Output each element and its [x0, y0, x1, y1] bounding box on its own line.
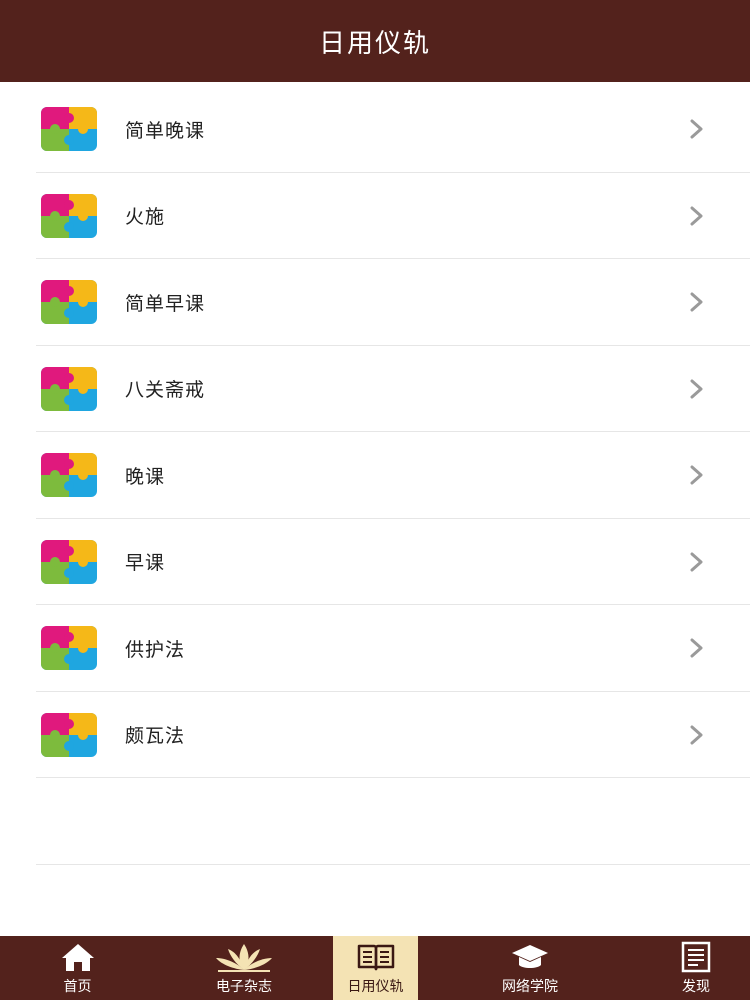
puzzle-icon — [41, 626, 97, 671]
list-item[interactable]: 颇瓦法 — [0, 692, 750, 779]
list-item-label: 八关斋戒 — [125, 379, 206, 402]
puzzle-icon — [41, 107, 97, 152]
graduation-cap-icon — [510, 939, 550, 975]
empty-list-row — [0, 778, 750, 865]
chevron-right-icon — [689, 379, 705, 399]
tab-home[interactable]: 首页 — [0, 936, 155, 1000]
list-item[interactable]: 八关斋戒 — [0, 346, 750, 433]
puzzle-icon — [41, 280, 97, 325]
puzzle-icon — [41, 712, 97, 757]
chevron-right-icon — [689, 465, 705, 485]
document-icon — [676, 939, 716, 975]
list-item-label: 早课 — [125, 552, 166, 575]
list-item-label: 火施 — [125, 206, 166, 229]
tab-label: 发现 — [682, 979, 710, 995]
chevron-right-icon — [689, 292, 705, 312]
open-book-icon — [356, 939, 396, 975]
list-item-label: 简单早课 — [125, 292, 206, 315]
ritual-list: 简单晚课 火施 简单早课 八关斋戒 晚课 早课 供护法 颇瓦法 — [0, 86, 750, 865]
chevron-right-icon — [689, 119, 705, 139]
tab-label: 首页 — [63, 979, 92, 995]
list-item-label: 简单晚课 — [125, 119, 206, 142]
tab-magazine[interactable]: 电子杂志 — [155, 936, 333, 1000]
tab-label: 日用仪轨 — [347, 979, 404, 995]
chevron-right-icon — [689, 725, 705, 745]
bottom-tab-bar: 首页 电子杂志 日用仪轨 网络学院 发现 — [0, 936, 750, 1000]
tab-label: 网络学院 — [502, 979, 558, 995]
list-item[interactable]: 火施 — [0, 173, 750, 260]
list-item[interactable]: 简单早课 — [0, 259, 750, 346]
puzzle-icon — [41, 453, 97, 498]
list-item[interactable]: 简单晚课 — [0, 86, 750, 173]
chevron-right-icon — [689, 638, 705, 658]
puzzle-icon — [41, 366, 97, 411]
lotus-icon — [211, 939, 277, 975]
header-bar: 日用仪轨 — [0, 0, 750, 82]
puzzle-icon — [41, 193, 97, 238]
tab-daily-rituals[interactable]: 日用仪轨 — [333, 936, 418, 1000]
list-item-label: 晚课 — [125, 465, 166, 488]
app-screen: 日用仪轨 简单晚课 火施 简单早课 八关斋戒 晚课 早课 供护法 颇瓦法 首页 … — [0, 0, 750, 1000]
list-item[interactable]: 供护法 — [0, 605, 750, 692]
list-item-label: 供护法 — [125, 638, 186, 661]
page-title: 日用仪轨 — [318, 28, 431, 59]
tab-label: 电子杂志 — [216, 979, 272, 995]
list-item-label: 颇瓦法 — [125, 725, 186, 748]
chevron-right-icon — [689, 552, 705, 572]
tab-discover[interactable]: 发现 — [642, 936, 750, 1000]
home-icon — [58, 939, 98, 975]
tab-online-academy[interactable]: 网络学院 — [418, 936, 642, 1000]
puzzle-icon — [41, 539, 97, 584]
chevron-right-icon — [689, 206, 705, 226]
list-item[interactable]: 晚课 — [0, 432, 750, 519]
list-item[interactable]: 早课 — [0, 519, 750, 606]
